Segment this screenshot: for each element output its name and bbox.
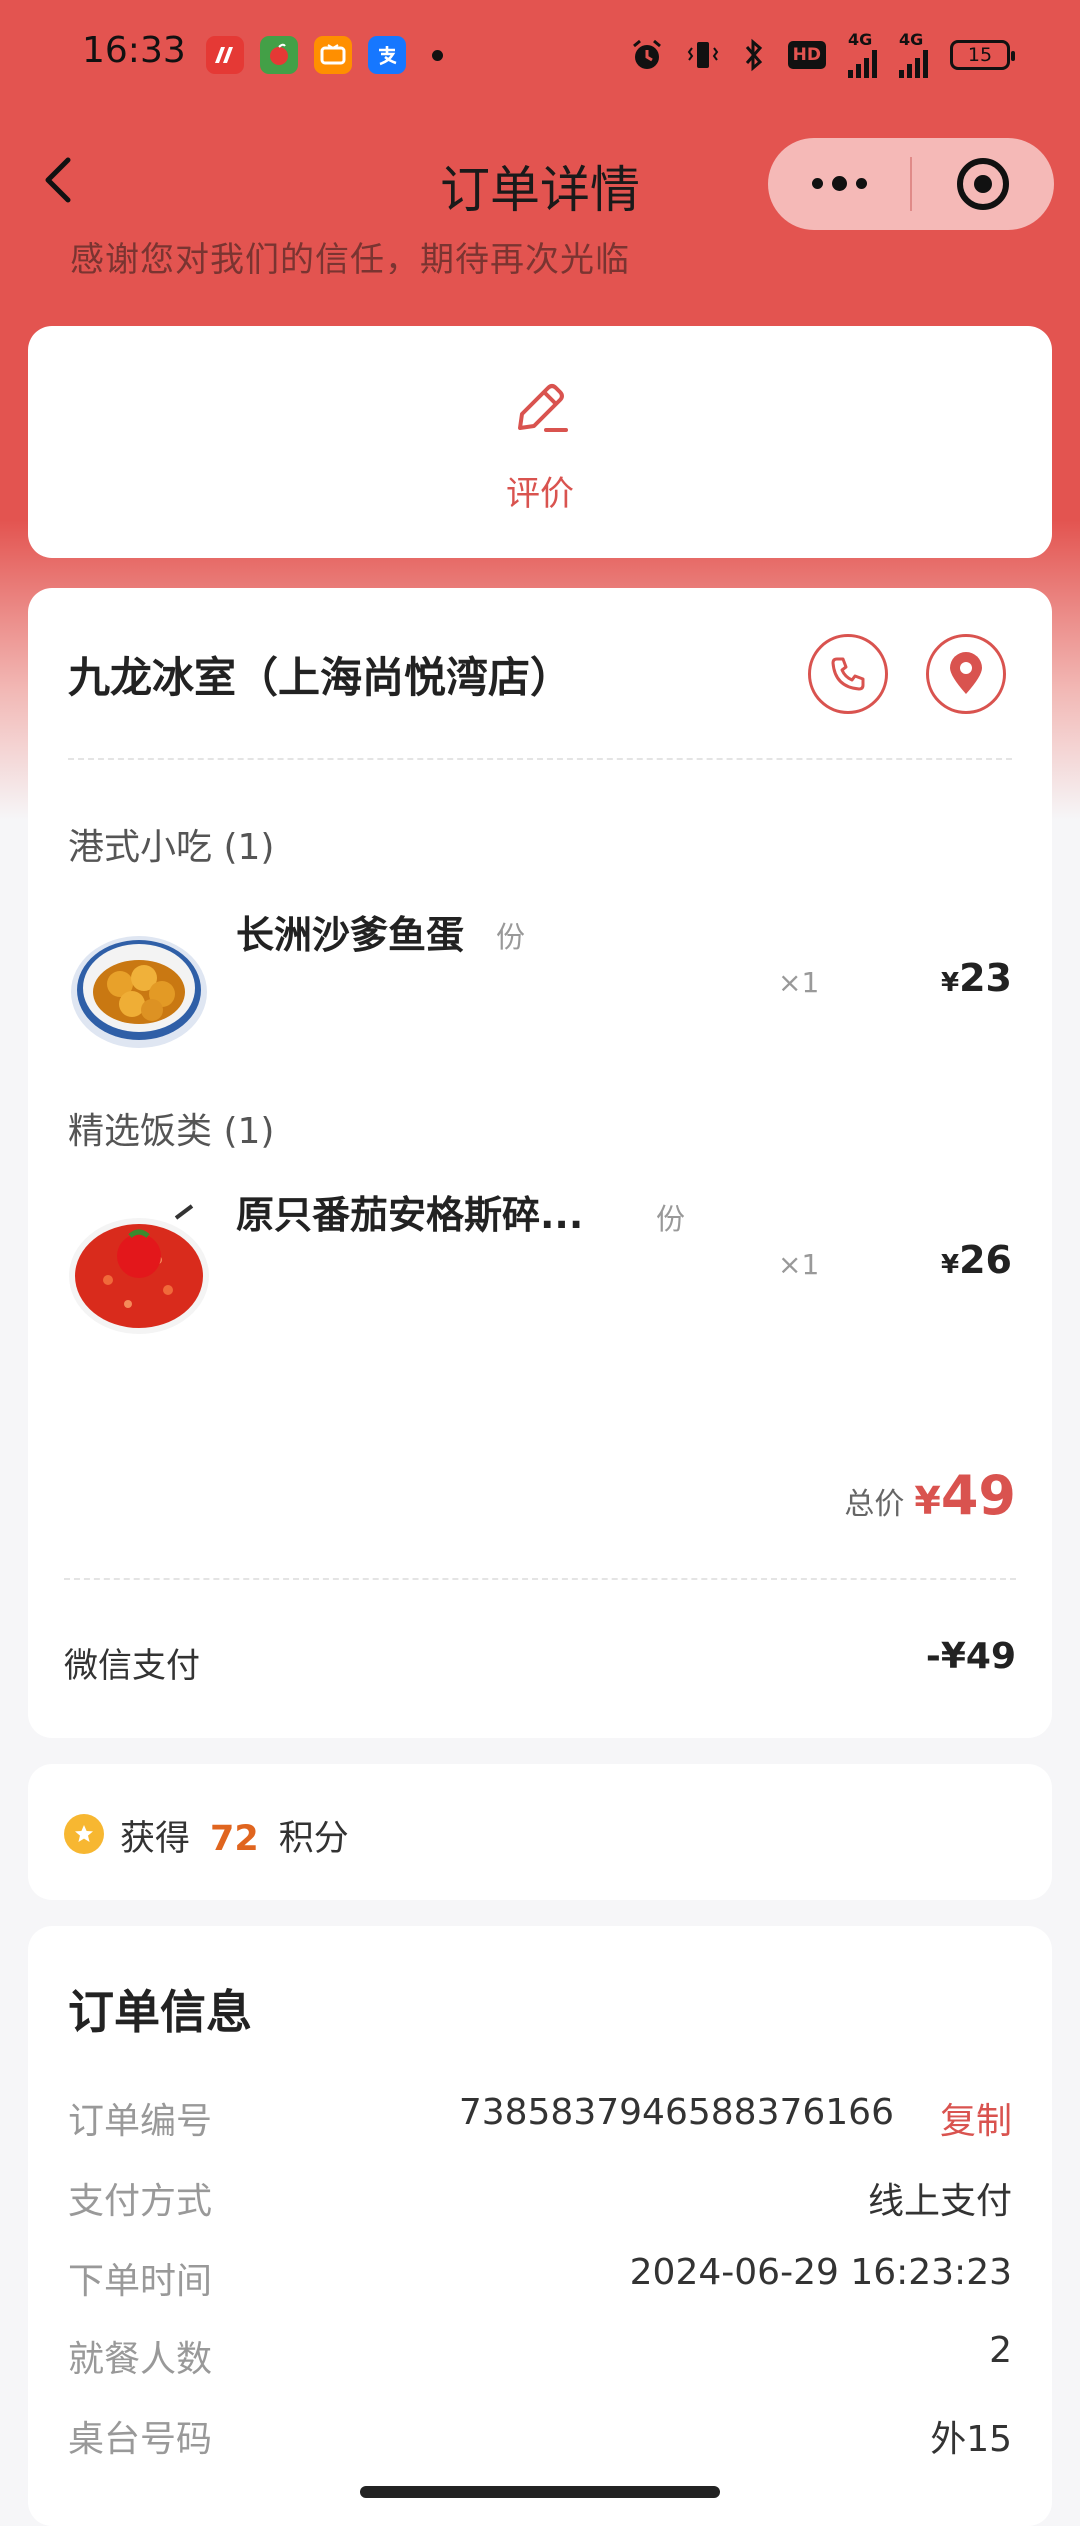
category-title: 港式小吃 (1) [68,827,275,868]
copy-order-number-button[interactable]: 复制 [940,2092,1012,2144]
divider [68,758,1012,760]
dish-unit: 份 [496,920,526,954]
payment-amount: -¥49 [925,1636,1016,1677]
info-row-table-number: 桌台号码 外15 [68,2410,1012,2470]
hd-icon: HD [787,41,826,69]
info-row-diners: 就餐人数 2 [68,2330,1012,2390]
system-status-icons: HD 4G 4G 15 [630,32,1015,78]
phone-icon [831,657,865,691]
info-value: 2024-06-29 16:23:23 [629,2252,1012,2293]
dish-name: 长洲沙爹鱼蛋 [236,913,465,957]
dish-price: ¥23 [941,956,1012,1000]
points-amount: 72 [210,1819,259,1859]
info-row-payment-method: 支付方式 线上支付 [68,2172,1012,2232]
mango-tv-icon [314,36,352,74]
order-info-card: 订单信息 订单编号 7385837946588376166 复制 支付方式 线上… [28,1926,1052,2526]
total-price-row: 总价 ¥49 [844,1464,1016,1527]
info-label: 订单编号 [68,2101,213,2142]
more-notifications-dot [432,49,443,61]
info-value: 线上支付 [867,2181,1012,2222]
points-card: 获得 72 积分 [28,1764,1052,1900]
signal-2-icon: 4G [899,32,928,78]
order-number-value: 7385837946588376166 [458,2092,894,2133]
store-name: 九龙冰室（上海尚悦湾店） [68,653,573,702]
category-title: 精选饭类 (1) [68,1111,275,1152]
divider [64,1578,1016,1580]
battery-level: 15 [967,44,993,66]
melon-app-icon [260,36,298,74]
info-label: 下单时间 [68,2261,213,2302]
info-row-order-time: 下单时间 2024-06-29 16:23:23 [68,2252,1012,2312]
location-pin-icon [950,652,982,694]
dish-image [68,918,210,1060]
review-card[interactable]: 评价 [28,326,1052,558]
bluetooth-icon [745,38,762,72]
info-label: 支付方式 [68,2181,213,2222]
dish-quantity: ×1 [778,966,820,999]
total-value: ¥49 [914,1464,1016,1527]
order-card: 九龙冰室（上海尚悦湾店） 港式小吃 (1) 长洲沙爹鱼蛋 份 ×1 ¥23 精选… [28,588,1052,1738]
battery-icon: 15 [950,40,1015,70]
review-button-label: 评价 [506,474,574,514]
info-value: 2 [989,2330,1012,2371]
dish-name: 原只番茄安格斯碎... [236,1193,584,1237]
alipay-icon [368,36,406,74]
thanks-message: 感谢您对我们的信任，期待再次光临 [70,240,630,274]
dish-quantity: ×1 [778,1248,820,1281]
signal-1-icon: 4G [848,32,877,78]
alarm-icon [632,39,661,69]
order-info-title: 订单信息 [68,1985,252,2039]
star-coin-icon [64,1814,104,1854]
info-label: 就餐人数 [68,2339,213,2380]
status-bar: 16:33 HD 4G 4G 15 [0,0,1080,110]
call-store-button[interactable] [808,634,888,714]
news-app-icon [206,36,244,74]
edit-icon [518,384,568,432]
info-row-order-number: 订单编号 7385837946588376166 复制 [68,2092,1012,2152]
payment-method-label: 微信支付 [64,1646,200,1686]
target-icon [957,158,1009,210]
vibrate-icon [687,42,718,68]
info-value: 外15 [930,2419,1012,2460]
home-indicator[interactable] [360,2486,720,2498]
dish-image [68,1200,210,1342]
total-label: 总价 [844,1487,905,1522]
points-earned: 获得 72 积分 [120,1819,349,1859]
info-label: 桌台号码 [68,2419,213,2460]
close-mini-program-button[interactable] [912,158,1054,210]
dish-price: ¥26 [941,1238,1012,1282]
mini-program-capsule [768,138,1054,230]
notification-app-icons [206,36,443,74]
more-menu-button[interactable] [768,175,910,191]
store-location-button[interactable] [926,634,1006,714]
dish-unit: 份 [656,1202,686,1236]
status-time: 16:33 [82,30,186,71]
